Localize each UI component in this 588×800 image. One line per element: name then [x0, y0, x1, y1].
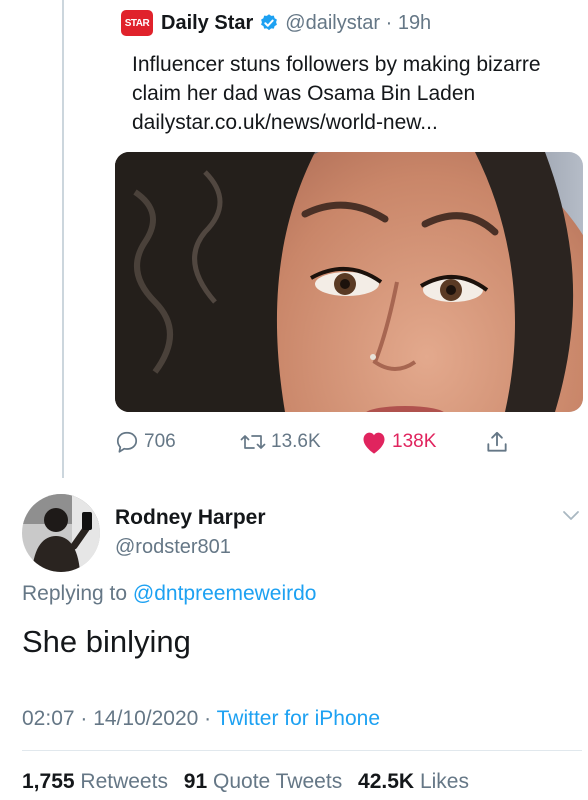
quoted-tweet-header: STAR Daily Star @dailystar · 19h: [121, 10, 431, 36]
chevron-down-icon[interactable]: [562, 510, 580, 522]
quoted-tweet-image[interactable]: [115, 152, 583, 412]
retweets-count: 1,755: [22, 770, 75, 793]
likes-stat[interactable]: 42.5K Likes: [358, 770, 469, 793]
likes-count: 42.5K: [358, 770, 415, 793]
reply-author-handle[interactable]: @rodster801: [115, 536, 231, 559]
replying-to-mention[interactable]: @dntpreemeweirdo: [133, 582, 317, 605]
quoted-tweet-actions: 706 13.6K 138K: [114, 425, 514, 459]
quote-tweets-label: Quote Tweets: [213, 770, 343, 793]
replying-to: Replying to @dntpreemeweirdo: [22, 582, 316, 606]
retweets-stat[interactable]: 1,755 Retweets: [22, 770, 168, 793]
quoted-tweet-text[interactable]: Influencer stuns followers by making biz…: [132, 50, 577, 137]
avatar[interactable]: [22, 494, 100, 572]
share-action[interactable]: [484, 425, 514, 459]
replying-to-label: Replying to: [22, 582, 128, 605]
reply-icon: [116, 431, 138, 453]
tweet-timestamp[interactable]: 02:07 · 14/10/2020 ·: [22, 707, 217, 730]
retweet-action[interactable]: 13.6K: [239, 425, 321, 459]
reply-author-name[interactable]: Rodney Harper: [115, 506, 266, 530]
retweet-icon: [240, 435, 266, 449]
likes-label: Likes: [419, 770, 469, 793]
tweet-stats: 1,755 Retweets 91 Quote Tweets 42.5K Lik…: [22, 770, 469, 794]
like-action[interactable]: 138K: [360, 425, 436, 459]
avatar-photo: [22, 494, 100, 572]
retweet-count: 13.6K: [271, 431, 321, 452]
quote-tweets-stat[interactable]: 91 Quote Tweets: [184, 770, 342, 793]
tweet-source[interactable]: Twitter for iPhone: [217, 707, 380, 730]
verified-badge-icon: [261, 14, 278, 31]
heart-icon: [363, 432, 385, 454]
divider: [22, 750, 582, 751]
like-count: 138K: [392, 431, 437, 452]
quoted-author-handle-time[interactable]: @dailystar · 19h: [285, 12, 431, 35]
thread-line: [62, 0, 64, 478]
retweets-label: Retweets: [80, 770, 168, 793]
quote-tweets-count: 91: [183, 770, 208, 793]
daily-star-logo[interactable]: STAR: [121, 10, 153, 36]
quoted-author-name[interactable]: Daily Star: [161, 12, 253, 35]
tweet-meta: 02:07 · 14/10/2020 · Twitter for iPhone: [22, 707, 380, 731]
portrait-photo: [115, 152, 583, 412]
share-icon: [487, 431, 507, 452]
reply-count: 706: [144, 431, 176, 452]
reply-tweet-text: She binlying: [22, 624, 191, 659]
reply-action[interactable]: 706: [114, 425, 176, 459]
